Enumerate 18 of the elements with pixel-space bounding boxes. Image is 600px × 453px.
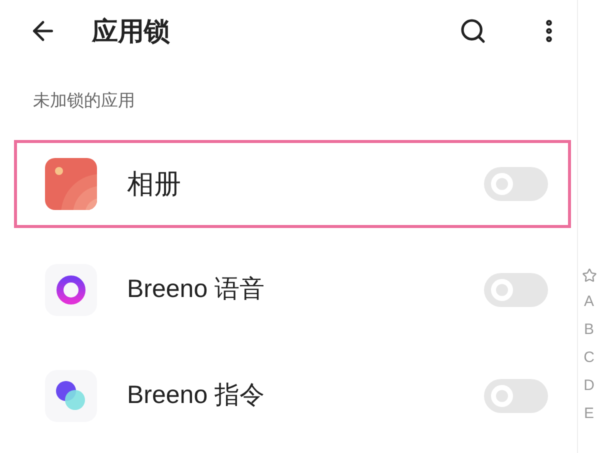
index-letter[interactable]: E [584, 404, 594, 423]
gallery-icon [45, 158, 97, 210]
app-name: 相册 [127, 168, 182, 201]
ring-icon [45, 264, 97, 316]
lock-toggle[interactable] [484, 167, 548, 201]
app-name: Breeno 语音 [127, 274, 266, 306]
app-name: Breeno 指令 [127, 380, 266, 412]
section-label: 未加锁的应用 [33, 90, 135, 112]
search-icon[interactable] [459, 17, 487, 45]
index-letter[interactable]: D [584, 376, 594, 395]
circles-icon [45, 370, 97, 422]
lock-toggle[interactable] [484, 379, 548, 413]
index-letter[interactable]: C [584, 348, 594, 367]
index-letter[interactable]: A [584, 292, 594, 311]
page-title: 应用锁 [92, 14, 171, 48]
star-icon[interactable] [582, 268, 596, 283]
index-letter[interactable]: B [584, 320, 594, 339]
lock-toggle[interactable] [484, 273, 548, 307]
